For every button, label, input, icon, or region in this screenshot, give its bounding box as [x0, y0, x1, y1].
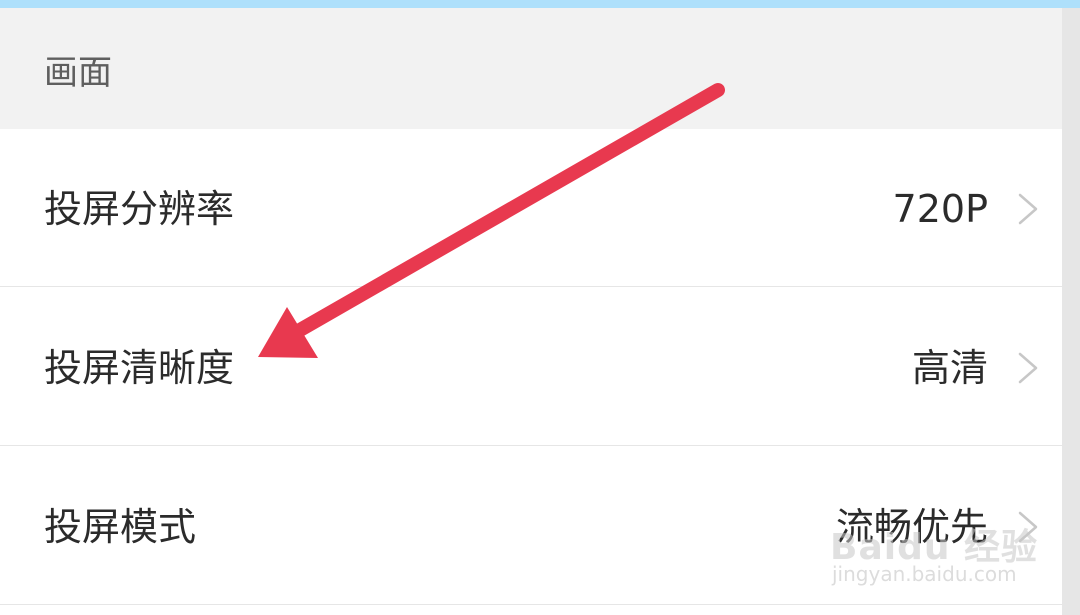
setting-row-clarity[interactable]: 投屏清晰度 高清 — [0, 288, 1080, 446]
setting-label: 投屏分辨率 — [44, 187, 235, 231]
setting-label: 投屏模式 — [44, 505, 197, 549]
chevron-right-icon — [1018, 352, 1038, 384]
section-title: 画面 — [44, 53, 112, 93]
setting-row-resolution[interactable]: 投屏分辨率 720P — [0, 129, 1080, 287]
scrollbar[interactable] — [1062, 8, 1080, 615]
setting-value: 720P — [892, 187, 988, 231]
setting-label: 投屏清晰度 — [44, 346, 235, 390]
status-strip — [0, 0, 1080, 8]
watermark: Baidu 经验 jingyan.baidu.com — [822, 500, 1037, 588]
section-header: 画面 — [0, 8, 1080, 129]
chevron-right-icon — [1018, 193, 1038, 225]
setting-value: 高清 — [911, 346, 988, 390]
watermark-url: jingyan.baidu.com — [832, 562, 1017, 586]
